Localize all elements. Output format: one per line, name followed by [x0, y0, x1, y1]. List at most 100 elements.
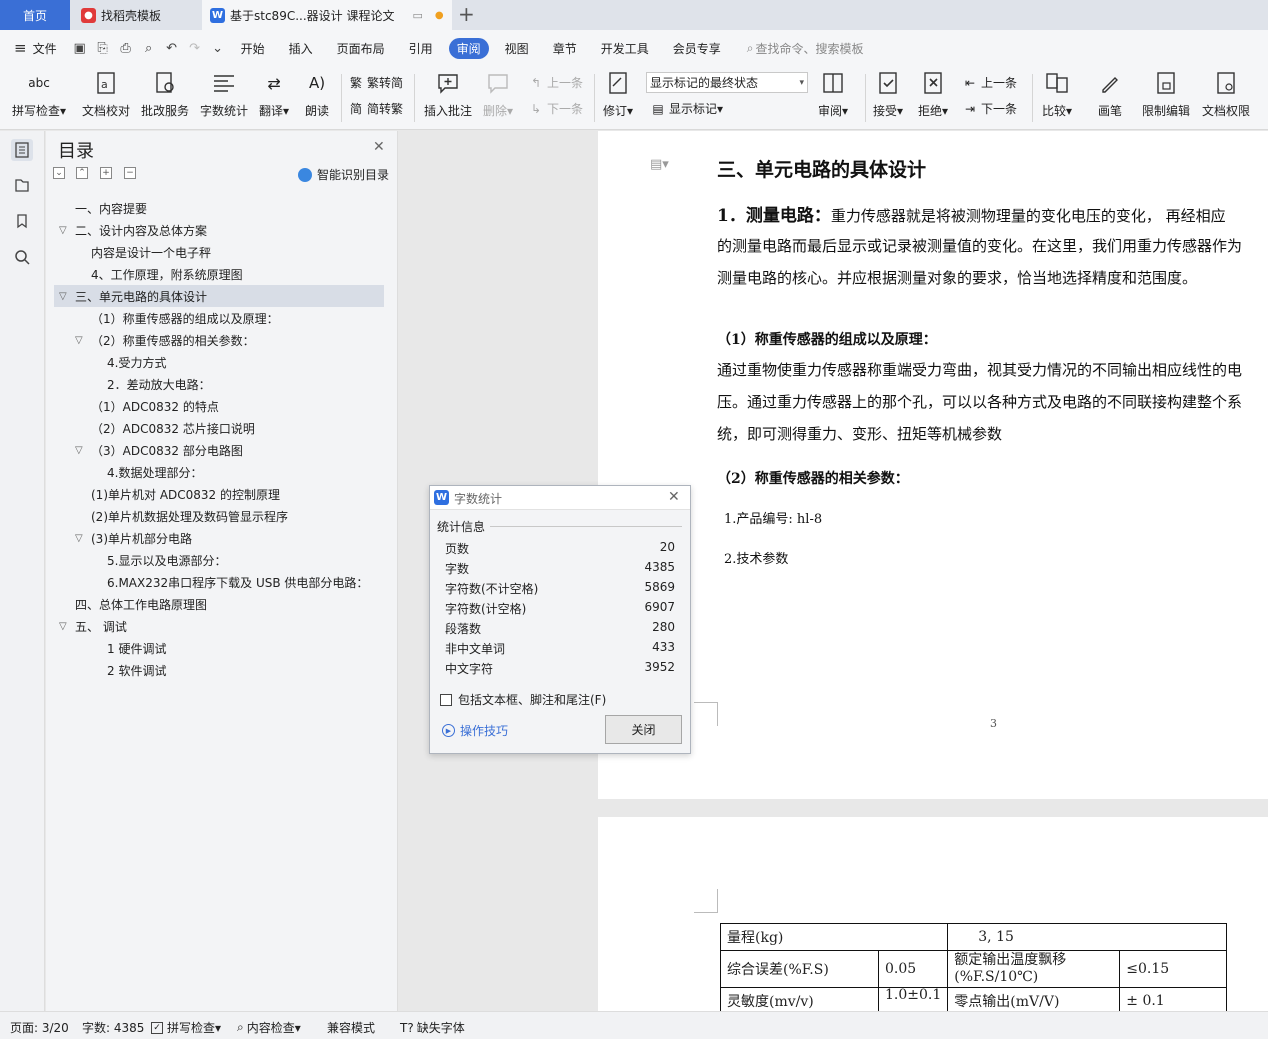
- toc-item[interactable]: 4.受力方式: [107, 352, 166, 374]
- document-page[interactable]: ▤▾ 三、单元电路的具体设计 1．测量电路：重力传感器就是将被测物理量的变化电压…: [598, 131, 1268, 799]
- expand-down-icon[interactable]: ⌄: [53, 167, 65, 179]
- toc-item[interactable]: 2 软件调试: [107, 660, 166, 682]
- page-indicator[interactable]: 页面: 3/20: [10, 1019, 69, 1036]
- spell-check-button[interactable]: abc 拼写检查▾: [12, 70, 66, 119]
- toc-item[interactable]: 内容是设计一个电子秤: [91, 242, 211, 264]
- toc-item[interactable]: 4.数据处理部分：: [107, 462, 202, 484]
- toc-item[interactable]: （1）ADC0832 的特点: [91, 396, 219, 418]
- insert-comment-button[interactable]: 插入批注: [424, 70, 472, 119]
- smart-toc-button[interactable]: 智能识别目录: [298, 166, 389, 183]
- bookmark-icon[interactable]: [11, 210, 33, 232]
- pen-button[interactable]: 画笔: [1097, 70, 1123, 119]
- track-changes-button[interactable]: 修订▾: [603, 70, 633, 119]
- remove-item-icon[interactable]: −: [124, 167, 136, 179]
- command-search[interactable]: ⌕ 查找命令、搜索模板: [747, 40, 864, 57]
- reject-button[interactable]: 拒绝▾: [918, 70, 948, 119]
- content-check-button[interactable]: ⌕ 内容检查 ▾: [237, 1019, 301, 1036]
- restrict-edit-button[interactable]: 限制编辑: [1142, 70, 1190, 119]
- toc-item[interactable]: 1 硬件调试: [107, 638, 166, 660]
- missing-font-button[interactable]: T? 缺失字体: [400, 1019, 465, 1036]
- menu-start[interactable]: 开始: [241, 40, 265, 57]
- toc-item[interactable]: 2．差动放大电路：: [107, 374, 211, 396]
- toc-item[interactable]: 四、总体工作电路原理图: [75, 594, 207, 616]
- chevron-down-icon[interactable]: ▽: [59, 291, 67, 302]
- batch-service-button[interactable]: 批改服务: [141, 70, 189, 119]
- menu-file[interactable]: 文件: [33, 40, 57, 57]
- close-icon[interactable]: ✕: [668, 489, 680, 505]
- close-button[interactable]: 关闭: [605, 715, 682, 744]
- prev-comment-button[interactable]: ↰ 上一条: [528, 74, 583, 91]
- close-icon[interactable]: ✕: [373, 139, 385, 155]
- chevron-down-icon[interactable]: ▽: [75, 335, 83, 346]
- paragraph-options-icon[interactable]: ▤▾: [650, 157, 669, 172]
- chevron-down-icon[interactable]: ▽: [59, 621, 67, 632]
- chevron-down-icon[interactable]: ▽: [75, 533, 83, 544]
- print-preview-icon[interactable]: ⌕: [140, 39, 158, 57]
- toc-item[interactable]: 五、 调试: [75, 616, 127, 638]
- menu-review[interactable]: 审阅: [448, 37, 489, 59]
- find-icon[interactable]: [11, 246, 33, 268]
- review-pane-button[interactable]: 审阅▾: [818, 70, 848, 119]
- menu-insert[interactable]: 插入: [289, 40, 313, 57]
- tab-document[interactable]: W 基于stc89C...器设计 课程论文 ▭ ●: [202, 0, 452, 30]
- toc-item[interactable]: （2）ADC0832 芯片接口说明: [91, 418, 255, 440]
- word-count-indicator[interactable]: 字数: 4385: [82, 1019, 144, 1036]
- chapter-nav-icon[interactable]: [11, 174, 33, 196]
- toc-item[interactable]: 一、内容提要: [75, 198, 147, 220]
- delete-comment-button[interactable]: 删除▾: [483, 70, 513, 119]
- delete-comment-label: 删除: [483, 104, 508, 118]
- menu-page-layout[interactable]: 页面布局: [337, 40, 385, 57]
- save-icon[interactable]: ▣: [71, 39, 89, 57]
- undo-icon[interactable]: ↶: [163, 39, 181, 57]
- toc-item[interactable]: （1）称重传感器的组成以及原理：: [91, 308, 279, 330]
- pin-icon[interactable]: ▭: [412, 9, 422, 22]
- include-footnotes-checkbox[interactable]: 包括文本框、脚注和尾注(F): [440, 691, 606, 708]
- translate-button[interactable]: ⇄ 翻译▾: [259, 70, 289, 119]
- print-icon[interactable]: ⎙: [117, 39, 135, 57]
- proofread-button[interactable]: a 文档校对: [82, 70, 130, 119]
- toc-item[interactable]: (3)单片机部分电路: [91, 528, 192, 550]
- toc-item-selected[interactable]: 三、单元电路的具体设计: [75, 286, 207, 308]
- markup-state-select[interactable]: 显示标记的最终状态 ▾: [646, 72, 808, 93]
- tab-template[interactable]: ● 找稻壳模板: [73, 0, 201, 30]
- menu-developer[interactable]: 开发工具: [601, 40, 649, 57]
- compare-button[interactable]: 比较▾: [1042, 70, 1072, 119]
- next-comment-button[interactable]: ↳ 下一条: [528, 100, 583, 117]
- traditional-to-simplified-button[interactable]: 繁繁转简: [348, 74, 403, 91]
- menu-view[interactable]: 视图: [505, 40, 529, 57]
- spell-check-toggle[interactable]: ✓ 拼写检查 ▾: [151, 1019, 221, 1036]
- chevron-down-icon[interactable]: ▽: [59, 225, 67, 236]
- toc-item[interactable]: （3）ADC0832 部分电路图: [91, 440, 243, 462]
- toc-item[interactable]: 6.MAX232串口程序下载及 USB 供电部分电路：: [107, 572, 368, 594]
- tab-home[interactable]: 首页: [0, 0, 70, 30]
- more-icon[interactable]: ⌄: [209, 39, 227, 57]
- toc-item[interactable]: 4、工作原理，附系统原理图: [91, 264, 243, 286]
- add-item-icon[interactable]: +: [100, 167, 112, 179]
- accept-button[interactable]: 接受▾: [873, 70, 903, 119]
- show-markup-button[interactable]: ▤ 显示标记 ▾: [650, 100, 723, 117]
- export-icon[interactable]: ⎘: [94, 39, 112, 57]
- hamburger-icon[interactable]: ≡: [14, 39, 27, 57]
- toc-item[interactable]: 二、设计内容及总体方案: [75, 220, 207, 242]
- chevron-down-icon[interactable]: ▽: [75, 445, 83, 456]
- dialog-titlebar[interactable]: W 字数统计 ✕: [430, 486, 690, 510]
- toc-item[interactable]: 5.显示以及电源部分：: [107, 550, 226, 572]
- new-tab-plus-icon[interactable]: +: [458, 2, 475, 26]
- simplified-to-traditional-button[interactable]: 简简转繁: [348, 100, 403, 117]
- redo-icon[interactable]: ↷: [186, 39, 204, 57]
- document-rights-button[interactable]: 文档权限: [1202, 70, 1250, 119]
- tips-link[interactable]: ▶ 操作技巧: [442, 722, 508, 739]
- collapse-up-icon[interactable]: ⌃: [76, 167, 88, 179]
- menu-reference[interactable]: 引用: [409, 40, 433, 57]
- word-count-button[interactable]: 字数统计: [200, 70, 248, 119]
- next-change-button[interactable]: ⇥ 下一条: [962, 100, 1017, 117]
- toc-item[interactable]: (2)单片机数据处理及数码管显示程序: [91, 506, 288, 528]
- prev-change-button[interactable]: ⇤ 上一条: [962, 74, 1017, 91]
- toc-item[interactable]: （2）称重传感器的相关参数：: [91, 330, 255, 352]
- toc-item[interactable]: (1)单片机对 ADC0832 的控制原理: [91, 484, 280, 506]
- read-aloud-button[interactable]: A) 朗读: [304, 70, 330, 119]
- menu-chapter[interactable]: 章节: [553, 40, 577, 57]
- menu-member[interactable]: 会员专享: [673, 40, 721, 57]
- toc-panel-icon[interactable]: [11, 139, 33, 161]
- checkbox-box[interactable]: [440, 693, 452, 706]
